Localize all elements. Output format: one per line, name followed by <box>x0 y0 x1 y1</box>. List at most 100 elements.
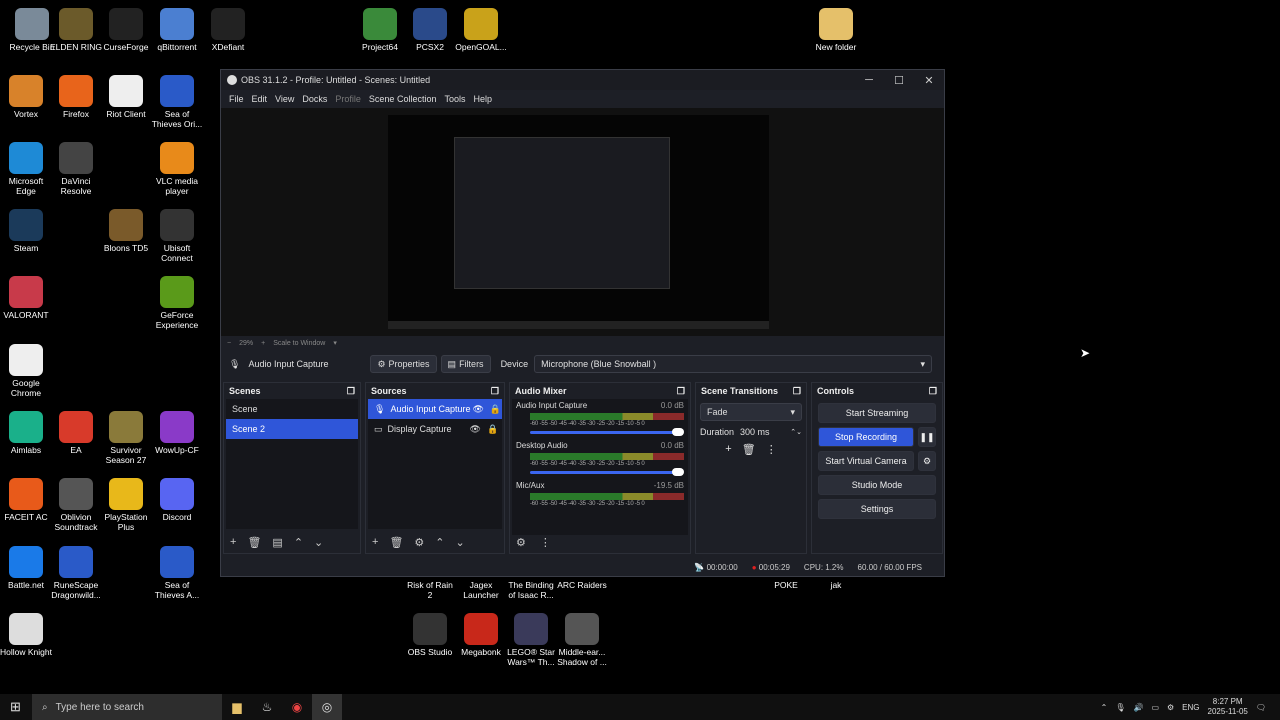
volume-slider[interactable] <box>530 467 684 477</box>
source-item[interactable]: ▭ Display Capture 👁 🔒 <box>368 419 502 439</box>
desktop-icon[interactable]: GeForce Experience <box>151 276 203 330</box>
zoom-in-button[interactable]: + <box>261 340 265 347</box>
desktop-icon[interactable]: Bloons TD5 <box>100 209 152 253</box>
chevron-down-icon[interactable]: ⌄ <box>456 536 465 549</box>
desktop-icon[interactable]: Project64 <box>354 8 406 52</box>
close-button[interactable]: ✕ <box>914 74 944 87</box>
desktop-icon[interactable]: CurseForge <box>100 8 152 52</box>
chevron-up-icon[interactable]: ⌃ <box>435 536 444 549</box>
desktop-icon[interactable]: Megabonk <box>455 613 507 657</box>
desktop-icon[interactable]: LEGO® Star Wars™ Th... <box>505 613 557 667</box>
filters-button[interactable]: ▤ Filters <box>440 355 491 373</box>
desktop-icon[interactable]: Sea of Thieves Ori... <box>151 75 203 129</box>
add-icon[interactable]: + <box>725 443 731 456</box>
more-icon[interactable]: ⋮ <box>540 536 551 549</box>
menu-docks[interactable]: Docks <box>302 94 327 104</box>
scale-mode-dropdown[interactable]: Scale to Window <box>273 340 325 347</box>
zoom-out-button[interactable]: − <box>227 340 231 347</box>
notification-icon[interactable]: 🗨 <box>1256 703 1266 712</box>
add-icon[interactable]: + <box>372 536 378 549</box>
gear-icon[interactable]: ⚙ <box>1167 703 1174 712</box>
minimize-button[interactable]: ─ <box>854 74 884 87</box>
chevron-down-icon[interactable]: ⌄ <box>314 536 323 549</box>
desktop-icon[interactable]: Sea of Thieves A... <box>151 546 203 600</box>
volume-slider[interactable] <box>530 427 684 437</box>
gear-icon[interactable]: ⚙ <box>414 536 424 549</box>
more-icon[interactable]: ⋮ <box>766 443 777 456</box>
steam-icon[interactable]: ♨ <box>252 694 282 720</box>
add-icon[interactable]: + <box>230 536 236 549</box>
chevron-up-icon[interactable]: ⌃ <box>1101 703 1108 712</box>
studio-mode-button[interactable]: Studio Mode <box>818 475 936 495</box>
eye-icon[interactable]: 👁 <box>470 424 481 435</box>
desktop-icon[interactable]: Google Chrome <box>0 344 52 398</box>
volume-icon[interactable]: 🔊 <box>1133 703 1143 712</box>
preview-area[interactable] <box>221 108 944 336</box>
desktop-icon[interactable]: Survivor Season 27 <box>100 411 152 465</box>
undock-icon[interactable]: ❐ <box>491 386 499 397</box>
start-button[interactable]: ⊞ <box>10 699 21 715</box>
start-virtual-camera-button[interactable]: Start Virtual Camera <box>818 451 914 471</box>
desktop-icon[interactable]: FACEIT AC <box>0 478 52 522</box>
desktop-icon[interactable]: Aimlabs <box>0 411 52 455</box>
maximize-button[interactable]: ☐ <box>884 74 914 87</box>
menu-profile[interactable]: Profile <box>335 94 361 104</box>
desktop-icon[interactable]: PCSX2 <box>404 8 456 52</box>
microphone-icon[interactable]: 🎙 <box>1115 703 1125 712</box>
undock-icon[interactable]: ❐ <box>793 386 801 397</box>
transition-select[interactable]: Fade ▾ <box>700 403 802 421</box>
desktop-icon[interactable]: New folder <box>810 8 862 52</box>
desktop-icon[interactable]: WowUp-CF <box>151 411 203 455</box>
stop-recording-button[interactable]: Stop Recording <box>818 427 914 447</box>
desktop-icon[interactable]: PlayStation Plus <box>100 478 152 532</box>
desktop-icon[interactable]: Hollow Knight <box>0 613 52 657</box>
desktop-icon[interactable]: OBS Studio <box>404 613 456 657</box>
chrome-icon[interactable]: ◉ <box>282 694 312 720</box>
desktop-icon[interactable]: Oblivion Soundtrack <box>50 478 102 532</box>
desktop-icon[interactable]: qBittorrent <box>151 8 203 52</box>
desktop-icon[interactable]: Battle.net <box>0 546 52 590</box>
filter-icon[interactable]: ▤ <box>272 536 282 549</box>
undock-icon[interactable]: ❐ <box>929 386 937 397</box>
pause-recording-button[interactable]: ❚❚ <box>918 427 936 447</box>
device-select[interactable]: Microphone (Blue Snowball ) ▾ <box>534 355 933 373</box>
obs-taskbar-icon[interactable]: ◎ <box>312 694 342 720</box>
menu-help[interactable]: Help <box>473 94 492 104</box>
desktop-icon[interactable]: Firefox <box>50 75 102 119</box>
desktop-icon[interactable]: XDefiant <box>202 8 254 52</box>
chevron-up-icon[interactable]: ⌃ <box>294 536 303 549</box>
trash-icon[interactable]: 🗑 <box>389 536 403 549</box>
file-explorer-icon[interactable]: ▆ <box>222 694 252 720</box>
desktop-icon[interactable]: Steam <box>0 209 52 253</box>
lock-icon[interactable]: 🔒 <box>487 424 498 435</box>
desktop-icon[interactable]: Discord <box>151 478 203 522</box>
desktop-icon[interactable]: Microsoft Edge <box>0 142 52 196</box>
source-item-selected[interactable]: 🎙 Audio Input Capture 👁 🔒 <box>368 399 502 419</box>
menu-view[interactable]: View <box>275 94 294 104</box>
duration-input[interactable]: 300 ms <box>740 427 770 437</box>
menu-tools[interactable]: Tools <box>444 94 465 104</box>
properties-button[interactable]: ⚙ Properties <box>370 355 437 373</box>
taskbar-search[interactable]: ⌕ Type here to search <box>32 694 222 720</box>
undock-icon[interactable]: ❐ <box>677 386 685 397</box>
advanced-audio-icon[interactable]: ⚙ <box>516 536 526 549</box>
menu-edit[interactable]: Edit <box>252 94 268 104</box>
desktop-icon[interactable]: OpenGOAL... <box>455 8 507 52</box>
desktop-icon[interactable]: Riot Client <box>100 75 152 119</box>
menu-scene-collection[interactable]: Scene Collection <box>369 94 437 104</box>
desktop-icon[interactable]: Vortex <box>0 75 52 119</box>
desktop-icon[interactable]: RuneScape Dragonwild... <box>50 546 102 600</box>
settings-button[interactable]: Settings <box>818 499 936 519</box>
desktop-icon[interactable]: VALORANT <box>0 276 52 320</box>
trash-icon[interactable]: 🗑 <box>742 443 756 456</box>
desktop-icon[interactable]: VLC media player <box>151 142 203 196</box>
virtual-camera-settings-button[interactable]: ⚙ <box>918 451 936 471</box>
network-icon[interactable]: ▭ <box>1151 703 1159 712</box>
desktop-icon[interactable]: Middle-ear... Shadow of ... <box>556 613 608 667</box>
spin-arrows-icon[interactable]: ⌃⌄ <box>790 428 802 436</box>
lock-icon[interactable]: 🔒 <box>490 404 501 415</box>
clock[interactable]: 8:27 PM 2025-11-05 <box>1208 697 1248 717</box>
desktop-icon[interactable]: EA <box>50 411 102 455</box>
eye-icon[interactable]: 👁 <box>472 404 483 415</box>
trash-icon[interactable]: 🗑 <box>247 536 261 549</box>
